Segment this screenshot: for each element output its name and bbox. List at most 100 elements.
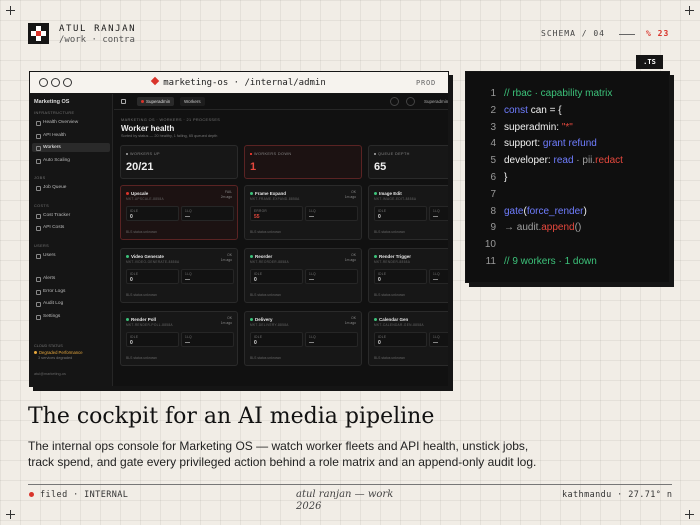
footer-location: kathmandu · 27.71° n bbox=[562, 490, 673, 500]
sidebar-item-users[interactable]: Users bbox=[32, 251, 110, 260]
worker-name: Render Trigger bbox=[374, 254, 411, 259]
worker-card[interactable]: Upscale MKT-UPSCALE-8858A FAIL 2m ago IDLE 0 1… bbox=[120, 185, 238, 240]
sidebar-brand[interactable]: Marketing OS bbox=[34, 99, 69, 105]
code-token: can bbox=[530, 104, 547, 116]
code-token: read bbox=[553, 155, 574, 167]
worker-updated: 1m ago bbox=[220, 320, 232, 325]
main-content: MARKETING OS · WORKERS · 21 PROCESSES Wo… bbox=[114, 111, 448, 386]
sidebar-item-alerts[interactable]: Alerts bbox=[32, 274, 110, 283]
worker-card[interactable]: Calendar Gen MKT-CALENDAR-GEN-8858A IDLE 0 1… bbox=[368, 311, 448, 366]
line-number: 8 bbox=[490, 205, 496, 217]
breadcrumb: MARKETING OS · WORKERS · 21 PROCESSES bbox=[121, 118, 221, 122]
sidebar-item-settings[interactable]: Settings bbox=[32, 312, 110, 321]
code-token: gate bbox=[504, 205, 524, 217]
worker-metric-queue: 1LQ — bbox=[181, 206, 234, 221]
worker-metric-queue: 1LQ — bbox=[181, 332, 234, 347]
worker-card[interactable]: Image Edit MKT-IMAGE-EDIT-8858A IDLE 0 1LQ — B… bbox=[368, 185, 448, 240]
worker-card[interactable]: Render Poll MKT-RENDER-POLL-8858A OK 1m ago… bbox=[120, 311, 238, 366]
worker-metric-load: IDLE 0 bbox=[374, 206, 427, 221]
metric-value: 0 bbox=[130, 277, 133, 283]
worker-metric-load: IDLE 0 bbox=[126, 206, 179, 221]
metric-label: IDLE bbox=[254, 335, 263, 339]
footer-credit-line2: 2026 bbox=[296, 501, 322, 512]
worker-updated: 1m ago bbox=[344, 194, 356, 199]
code-panel: 1 // rbac · capability matrix 2 const can =… bbox=[465, 71, 670, 283]
code-token: redact bbox=[595, 155, 623, 167]
stat-label: WORKERS DOWN bbox=[250, 152, 292, 156]
line-number: 4 bbox=[490, 138, 496, 150]
metric-value: — bbox=[309, 277, 314, 283]
code-text: developer: read · pii.redact bbox=[504, 154, 623, 168]
status-indicator[interactable]: Degraded Performance bbox=[34, 350, 83, 355]
code-text: // rbac · capability matrix bbox=[504, 87, 612, 101]
worker-metric-queue: 1LQ — bbox=[429, 206, 448, 221]
schema-label: SCHEMA / 04 bbox=[541, 29, 605, 38]
metric-value: 0 bbox=[130, 340, 133, 346]
worker-id: MKT-CALENDAR-GEN-8858A bbox=[374, 323, 424, 327]
worker-footer: BLS status unknown bbox=[374, 293, 405, 297]
notifications-icon[interactable] bbox=[406, 97, 415, 106]
sidebar-item-health-overview[interactable]: Health Overview bbox=[32, 118, 110, 127]
code-token: const bbox=[504, 104, 531, 116]
browser-url-bar: marketing-os · /internal/admin PROD bbox=[30, 72, 448, 94]
headline: The cockpit for an AI media pipeline bbox=[28, 404, 435, 429]
worker-name: Video Generate bbox=[126, 254, 164, 259]
worker-status-tag: FAIL 2m ago bbox=[221, 190, 232, 199]
worker-footer: BLS status unknown bbox=[374, 356, 405, 360]
worker-card[interactable]: Video Generate MKT-VIDEO-GENERATE-8858A OK… bbox=[120, 248, 238, 303]
percent-label: % 23 bbox=[646, 29, 670, 38]
worker-metric-queue: 1LQ — bbox=[429, 332, 448, 347]
worker-id: MKT-DELIVERY-8858A bbox=[250, 323, 289, 327]
filed-dot-icon bbox=[29, 492, 34, 497]
worker-name: Reorder bbox=[250, 254, 272, 259]
worker-card[interactable]: Delivery MKT-DELIVERY-8858A OK 1m ago IDLE 0 1… bbox=[244, 311, 362, 366]
stat-label: QUEUE DEPTH bbox=[374, 152, 410, 156]
worker-card[interactable]: Render TriggerMKT-RENDER-8858AOK1m agoID… bbox=[368, 248, 448, 303]
user-menu[interactable]: Superadmin bbox=[424, 97, 448, 106]
schema-divider bbox=[619, 34, 635, 35]
metric-value: 55 bbox=[254, 214, 260, 220]
sidebar-item-audit-log[interactable]: Audit Log bbox=[32, 299, 110, 308]
worker-footer: BLS status unknown bbox=[250, 293, 281, 297]
browser-url[interactable]: marketing-os · /internal/admin bbox=[30, 76, 448, 88]
line-number: 6 bbox=[490, 172, 496, 183]
worker-id: MKT-UPSCALE-8858A bbox=[126, 197, 164, 201]
worker-card[interactable]: Reorder MKT-REORDER-8858A OK 1m ago IDLE 0 1LQ… bbox=[244, 248, 362, 303]
sidebar-item-cost-tracker[interactable]: Cost Tracker bbox=[32, 211, 110, 220]
theme-toggle-icon[interactable] bbox=[390, 97, 399, 106]
sidebar-item-api-health[interactable]: API Health bbox=[32, 131, 110, 140]
code-text: → audit.append() bbox=[504, 221, 581, 235]
sidebar-item-error-logs[interactable]: Error Logs bbox=[32, 287, 110, 296]
sidebar-item-auto-scaling[interactable]: Auto Scaling bbox=[32, 156, 110, 165]
sidebar-item-job-queue[interactable]: Job Queue bbox=[32, 183, 110, 192]
metric-label: 1LQ bbox=[185, 209, 192, 213]
metric-label: IDLE bbox=[130, 335, 139, 339]
worker-card[interactable]: Frame Expand MKT-FRAME-EXPAND-8858A OK 1m a… bbox=[244, 185, 362, 240]
worker-updated: 1m ago bbox=[344, 320, 356, 325]
role-crumb[interactable]: Superadmin bbox=[137, 97, 175, 106]
url-text: marketing-os · /internal/admin bbox=[163, 78, 326, 88]
sidebar-item-api-costs[interactable]: API Costs bbox=[32, 223, 110, 232]
page-crumb[interactable]: Workers bbox=[180, 97, 205, 106]
footer-credit: atul ranjan — work 2026 bbox=[296, 489, 393, 513]
line-number: 7 bbox=[490, 188, 496, 200]
metric-label: 1LQ bbox=[309, 272, 316, 276]
code-token: } bbox=[504, 172, 508, 183]
code-token: append bbox=[541, 222, 575, 234]
worker-name: Calendar Gen bbox=[374, 317, 408, 322]
worker-metric-queue: 1LQ — bbox=[429, 269, 448, 284]
code-token: "*" bbox=[561, 121, 573, 133]
code-token: grant refund bbox=[542, 138, 597, 150]
code-tab[interactable]: .TS bbox=[636, 55, 663, 69]
worker-metric-queue: 1LQ — bbox=[305, 269, 358, 284]
metric-value: 0 bbox=[378, 340, 381, 346]
worker-metric-load: IDLE 0 bbox=[250, 269, 303, 284]
worker-name: Render Poll bbox=[126, 317, 156, 322]
metric-label: 1LQ bbox=[309, 335, 316, 339]
sidebar-toggle-icon[interactable] bbox=[121, 99, 126, 104]
worker-name: Upscale bbox=[126, 191, 148, 196]
app-topbar: Superadmin Workers Superadmin bbox=[114, 94, 448, 110]
sidebar-item-workers[interactable]: Workers bbox=[32, 143, 110, 152]
sidebar-footer: atul@marketing-os bbox=[34, 372, 66, 376]
code-text: const can = { bbox=[504, 104, 562, 118]
